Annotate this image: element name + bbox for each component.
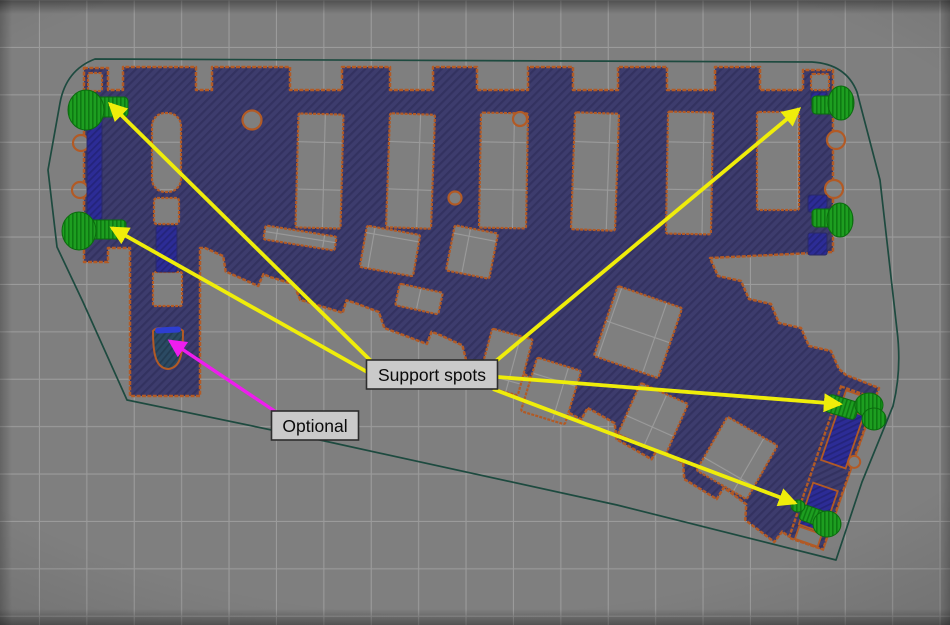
support-pad-head bbox=[67, 89, 105, 131]
support-pad-head bbox=[826, 202, 854, 238]
cutout-hole bbox=[294, 112, 345, 230]
support-spots-label: Support spots bbox=[365, 359, 499, 390]
cutout-hole bbox=[358, 224, 422, 278]
cutout-hole bbox=[809, 72, 831, 92]
optional-label: Optional bbox=[270, 410, 360, 441]
cutout-hole bbox=[569, 111, 621, 232]
support-spots-label-text: Support spots bbox=[378, 365, 486, 385]
optional-label-text: Optional bbox=[282, 416, 347, 436]
slicer-viewport[interactable]: Support spots Optional bbox=[0, 0, 950, 625]
cutout-hole bbox=[384, 112, 437, 230]
cutout-hole bbox=[150, 111, 183, 194]
cutout-hole bbox=[151, 270, 184, 308]
cutout-hole-round bbox=[825, 129, 847, 151]
support-pad-head bbox=[861, 407, 887, 431]
cutout-hole-round bbox=[70, 180, 90, 200]
bridge-infill-slot bbox=[155, 225, 178, 273]
bridge-infill-slot bbox=[807, 232, 828, 256]
cutout-hole-round bbox=[823, 178, 845, 200]
support-pad-head bbox=[827, 85, 855, 121]
cutout-hole bbox=[445, 224, 499, 280]
cutout-hole-round bbox=[241, 109, 263, 131]
cutout-hole-round bbox=[511, 110, 529, 128]
cutout-hole bbox=[477, 111, 530, 230]
support-pad-head bbox=[61, 211, 97, 251]
cutout-hole bbox=[86, 71, 104, 93]
cutout-hole-round bbox=[447, 190, 463, 206]
cutout-hole bbox=[152, 196, 181, 226]
support-pad-head bbox=[812, 510, 842, 538]
